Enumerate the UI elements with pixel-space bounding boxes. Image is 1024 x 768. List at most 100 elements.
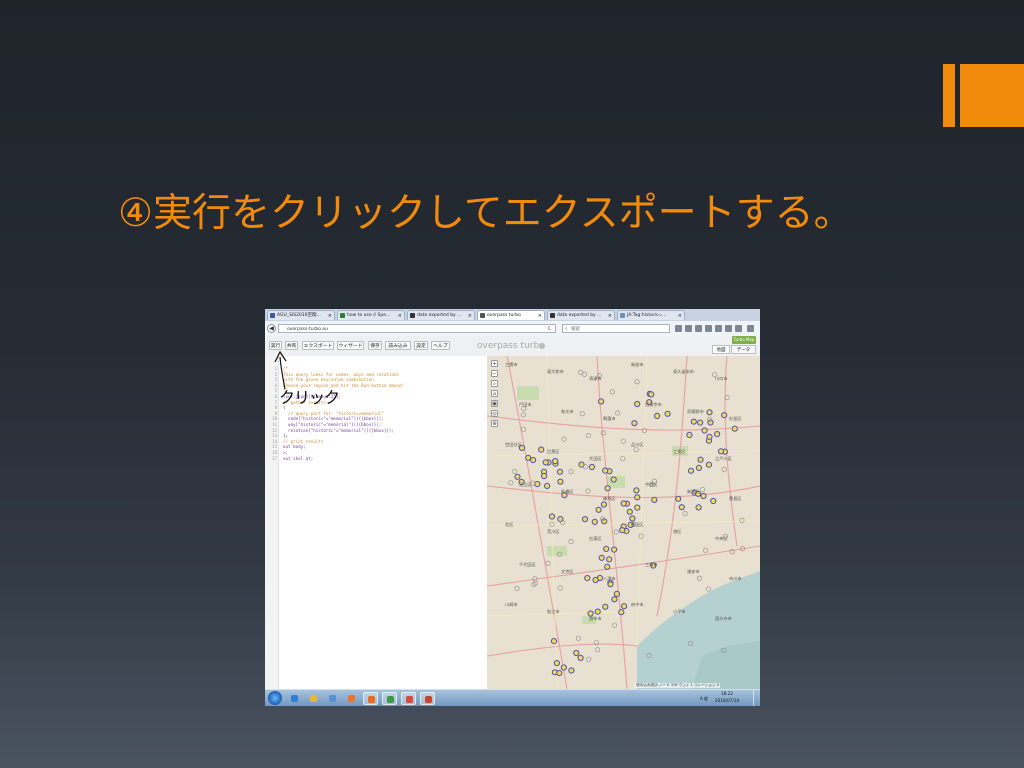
- zoom-out-button[interactable]: −: [491, 370, 498, 377]
- poi-marker: [631, 420, 638, 427]
- taskbar-explorer-button[interactable]: [325, 692, 340, 705]
- poi-outline: [615, 410, 621, 416]
- poi-outline: [561, 436, 567, 442]
- poi-outline: [721, 466, 727, 472]
- reload-icon[interactable]: C: [548, 325, 551, 334]
- chat-icon[interactable]: [725, 325, 732, 332]
- browser-tab[interactable]: AGU_SIS2016空間... ×: [267, 310, 335, 320]
- start-button[interactable]: [268, 691, 282, 705]
- run-button[interactable]: 実行: [269, 341, 282, 350]
- layers-button[interactable]: ⊕: [491, 420, 498, 427]
- poi-marker: [664, 410, 671, 417]
- browser-tab[interactable]: JA:Tag:historic=... ×: [617, 310, 685, 320]
- share-button[interactable]: 共有: [285, 341, 298, 350]
- poi-marker: [633, 487, 640, 494]
- browser-search-input[interactable]: ⌕ 検索: [562, 324, 670, 333]
- place-label: 西東京市: [645, 402, 662, 407]
- url-input[interactable]: overpass-turbo.eu C: [278, 324, 556, 333]
- help-icon[interactable]: [539, 343, 545, 349]
- fit-data-button[interactable]: ▣: [491, 400, 498, 407]
- code-line[interactable]: relation["historic"="memorial"]({{bbox}}…: [283, 428, 394, 434]
- map-view[interactable]: + − ⌕ ⌂ ▣ ◎ ⊕ 三鷹市 東大和市 清瀬市 新座市 東久留米市 川口市 戸田市 和光市 朝霞市 西東…: [487, 356, 760, 689]
- taskbar-paint-button[interactable]: [401, 692, 416, 705]
- taskbar-chrome-button[interactable]: [382, 692, 397, 705]
- tab-label: data exported by ...: [557, 313, 602, 318]
- poi-marker: [697, 456, 704, 463]
- close-icon[interactable]: ×: [468, 311, 472, 320]
- pocket-icon[interactable]: [715, 325, 722, 332]
- taskbar-firefox-button[interactable]: [363, 692, 378, 705]
- browser-tab[interactable]: how to use // Spe... ×: [337, 310, 405, 320]
- wizard-button[interactable]: ウィザード: [337, 341, 364, 350]
- taskbar-ie-button[interactable]: [287, 692, 302, 705]
- poi-marker: [606, 556, 613, 563]
- arrow-left-icon[interactable]: ◀: [267, 324, 276, 333]
- zoom-in-button[interactable]: +: [491, 360, 498, 367]
- poi-marker: [538, 446, 545, 453]
- poi-marker: [568, 667, 575, 674]
- poi-marker: [710, 497, 717, 505]
- poi-marker: [598, 554, 605, 561]
- menu-icon[interactable]: [747, 325, 754, 332]
- place-label: 新宿区: [687, 489, 700, 494]
- tab-map[interactable]: 地図: [712, 345, 730, 354]
- poi-marker: [678, 504, 685, 511]
- close-icon[interactable]: ×: [398, 311, 402, 320]
- export-button[interactable]: エクスポート: [302, 341, 334, 350]
- road-line: [487, 643, 638, 657]
- poi-marker: [634, 504, 641, 511]
- poi-marker: [604, 485, 611, 492]
- embedded-screenshot: AGU_SIS2016空間... × how to use // Spe... × da…: [265, 309, 760, 706]
- locate-button[interactable]: ◎: [491, 410, 498, 417]
- poi-marker: [525, 454, 532, 461]
- taskbar-powerpoint-button[interactable]: [420, 692, 435, 705]
- code-line[interactable]: out skel qt;: [283, 456, 313, 462]
- annotation-label: クリック: [279, 388, 340, 407]
- poi-marker: [595, 506, 602, 513]
- save-button[interactable]: 保存: [368, 341, 382, 350]
- browser-tab[interactable]: data exported by ... ×: [407, 310, 475, 320]
- clock-date: 2016/07/14: [714, 697, 740, 703]
- poi-outline: [508, 480, 514, 486]
- tab-label: AGU_SIS2016空間...: [277, 313, 321, 318]
- poi-marker: [560, 664, 567, 671]
- close-icon[interactable]: ×: [678, 311, 682, 320]
- reading-list-icon[interactable]: [685, 325, 692, 332]
- tab-label: JA:Tag:historic=...: [627, 313, 667, 318]
- poi-marker: [591, 518, 598, 525]
- tab-data[interactable]: データ: [731, 345, 756, 354]
- poi-marker: [544, 482, 551, 489]
- show-desktop-button[interactable]: [753, 690, 760, 706]
- help-button[interactable]: ヘルプ: [431, 341, 450, 350]
- poi-marker: [602, 603, 609, 610]
- home-icon[interactable]: [705, 325, 712, 332]
- place-label: 墨田区: [631, 522, 644, 527]
- poi-marker: [581, 516, 589, 523]
- load-button[interactable]: 読み込み: [385, 341, 411, 350]
- taskbar-folder-button[interactable]: [306, 692, 321, 705]
- close-icon[interactable]: ×: [538, 311, 542, 320]
- search-location-button[interactable]: ⌕: [491, 380, 498, 387]
- place-label: 三鷹市: [505, 362, 518, 367]
- poi-outline: [512, 469, 518, 475]
- poi-marker: [731, 425, 738, 432]
- browser-tab[interactable]: data exported by ... ×: [547, 310, 615, 320]
- place-label: 東久留米市: [673, 369, 694, 374]
- taskbar-media-button[interactable]: [344, 692, 359, 705]
- poi-outline: [700, 487, 706, 493]
- browser-tab[interactable]: overpass turbo ×: [477, 310, 545, 320]
- place-label: 市川市: [729, 576, 742, 581]
- poi-marker: [695, 504, 702, 511]
- close-icon[interactable]: ×: [328, 311, 332, 320]
- download-icon[interactable]: [695, 325, 702, 332]
- star-icon[interactable]: [675, 325, 682, 332]
- settings-button[interactable]: 設定: [414, 341, 428, 350]
- taskbar-clock[interactable]: 18:22 2016/07/14: [712, 691, 742, 704]
- poi-outline: [568, 539, 574, 545]
- slide-title: ④実行をクリックしてエクスポートする。: [118, 191, 853, 236]
- poi-marker: [541, 472, 548, 480]
- account-icon[interactable]: [735, 325, 742, 332]
- close-icon[interactable]: ×: [608, 311, 612, 320]
- poi-outline: [613, 529, 619, 535]
- home-location-button[interactable]: ⌂: [491, 390, 498, 397]
